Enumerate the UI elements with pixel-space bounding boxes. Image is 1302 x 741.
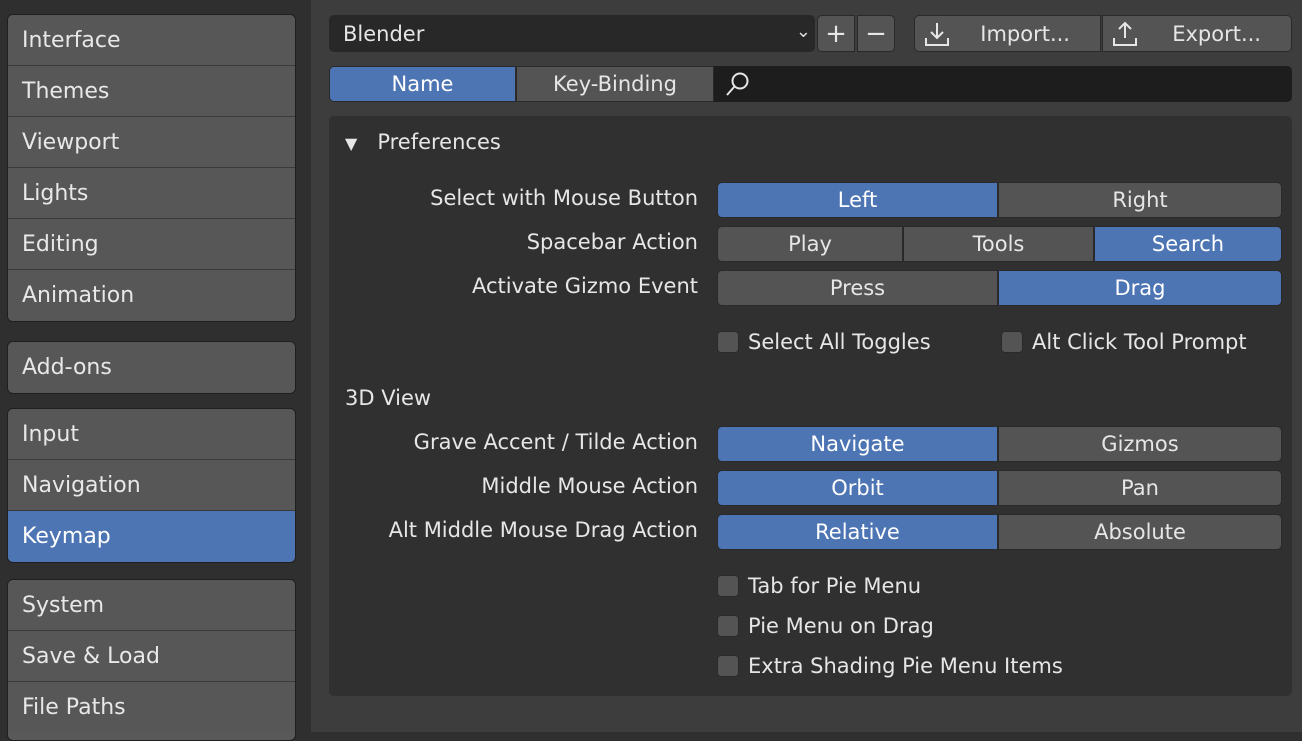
import-button[interactable]: Import...: [914, 15, 1101, 52]
sidebar-item-file-paths[interactable]: File Paths: [8, 682, 295, 733]
middle-mouse-action-label: Middle Mouse Action: [481, 474, 698, 498]
select-all-toggles-checkbox[interactable]: Select All Toggles: [717, 330, 931, 354]
sidebar-item-system[interactable]: System: [8, 580, 295, 631]
sidebar-item-input[interactable]: Input: [8, 409, 295, 460]
preferences-panel-header[interactable]: ▼ Preferences: [345, 130, 501, 154]
alt-click-tool-prompt-checkbox[interactable]: Alt Click Tool Prompt: [1001, 330, 1247, 354]
checkbox-label: Pie Menu on Drag: [748, 614, 934, 638]
export-button[interactable]: Export...: [1102, 15, 1292, 52]
preferences-sidebar: Interface Themes Viewport Lights Editing…: [0, 0, 310, 741]
select-mouse-left-option[interactable]: Left: [717, 182, 998, 218]
spacebar-search-option[interactable]: Search: [1094, 226, 1282, 262]
checkbox-label: Select All Toggles: [748, 330, 931, 354]
preset-value: Blender: [343, 21, 425, 46]
gizmo-drag-option[interactable]: Drag: [998, 270, 1282, 306]
keymap-main: Blender ⌄ + − Import... Export... Name K…: [311, 0, 1302, 732]
keymap-preset-select[interactable]: Blender ⌄: [329, 15, 815, 52]
sidebar-item-animation[interactable]: Animation: [8, 270, 295, 321]
sidebar-item-addons[interactable]: Add-ons: [8, 342, 295, 393]
tab-for-pie-menu-checkbox[interactable]: Tab for Pie Menu: [717, 574, 921, 598]
sidebar-item-lights[interactable]: Lights: [8, 168, 295, 219]
pie-menu-on-drag-checkbox[interactable]: Pie Menu on Drag: [717, 614, 934, 638]
sidebar-item-keymap[interactable]: Keymap: [8, 511, 295, 562]
alt-middle-mouse-drag-label: Alt Middle Mouse Drag Action: [388, 518, 698, 542]
keymap-search-input[interactable]: [714, 66, 1292, 102]
export-icon: [1113, 21, 1137, 46]
section-3d-view-label: 3D View: [345, 386, 432, 410]
select-mouse-right-option[interactable]: Right: [998, 182, 1282, 218]
activate-gizmo-event-label: Activate Gizmo Event: [471, 274, 698, 298]
sidebar-item-viewport[interactable]: Viewport: [8, 117, 295, 168]
chevron-down-icon: ⌄: [795, 21, 811, 42]
export-label: Export...: [1172, 22, 1261, 46]
checkbox-box[interactable]: [717, 331, 739, 353]
select-mouse-button-label: Select with Mouse Button: [430, 186, 698, 210]
spacebar-action-label: Spacebar Action: [526, 230, 698, 254]
sidebar-item-navigation[interactable]: Navigation: [8, 460, 295, 511]
filter-by-keybinding-tab[interactable]: Key-Binding: [516, 66, 714, 102]
gizmo-press-option[interactable]: Press: [717, 270, 998, 306]
sidebar-group-ui: Interface Themes Viewport Lights Editing…: [7, 14, 296, 322]
spacebar-play-option[interactable]: Play: [717, 226, 903, 262]
preferences-panel: ▼ Preferences Select with Mouse Button Le…: [329, 116, 1292, 696]
sidebar-item-themes[interactable]: Themes: [8, 66, 295, 117]
collapse-triangle-icon: ▼: [345, 134, 358, 153]
checkbox-label: Alt Click Tool Prompt: [1032, 330, 1247, 354]
spacebar-tools-option[interactable]: Tools: [903, 226, 1094, 262]
checkbox-label: Tab for Pie Menu: [748, 574, 922, 598]
add-preset-button[interactable]: +: [817, 15, 855, 52]
middle-mouse-pan-option[interactable]: Pan: [998, 470, 1282, 506]
remove-preset-button[interactable]: −: [857, 15, 895, 52]
sidebar-item-editing[interactable]: Editing: [8, 219, 295, 270]
panel-title: Preferences: [377, 130, 501, 154]
sidebar-item-interface[interactable]: Interface: [8, 15, 295, 66]
middle-mouse-orbit-option[interactable]: Orbit: [717, 470, 998, 506]
checkbox-box[interactable]: [717, 615, 739, 637]
filter-by-name-tab[interactable]: Name: [329, 66, 516, 102]
search-icon: [726, 72, 749, 96]
grave-navigate-option[interactable]: Navigate: [717, 426, 998, 462]
sidebar-group-input: Input Navigation Keymap: [7, 408, 296, 563]
checkbox-box[interactable]: [717, 655, 739, 677]
grave-gizmos-option[interactable]: Gizmos: [998, 426, 1282, 462]
sidebar-item-save-load[interactable]: Save & Load: [8, 631, 295, 682]
import-icon: [925, 23, 949, 46]
checkbox-box[interactable]: [717, 575, 739, 597]
sidebar-group-system: System Save & Load File Paths: [7, 579, 296, 741]
checkbox-box[interactable]: [1001, 331, 1023, 353]
alt-mmb-relative-option[interactable]: Relative: [717, 514, 998, 550]
grave-accent-action-label: Grave Accent / Tilde Action: [413, 430, 698, 454]
import-label: Import...: [980, 22, 1070, 46]
extra-shading-pie-menu-checkbox[interactable]: Extra Shading Pie Menu Items: [717, 654, 1063, 678]
sidebar-group-addons: Add-ons: [7, 341, 296, 394]
checkbox-label: Extra Shading Pie Menu Items: [748, 654, 1063, 678]
alt-mmb-absolute-option[interactable]: Absolute: [998, 514, 1282, 550]
